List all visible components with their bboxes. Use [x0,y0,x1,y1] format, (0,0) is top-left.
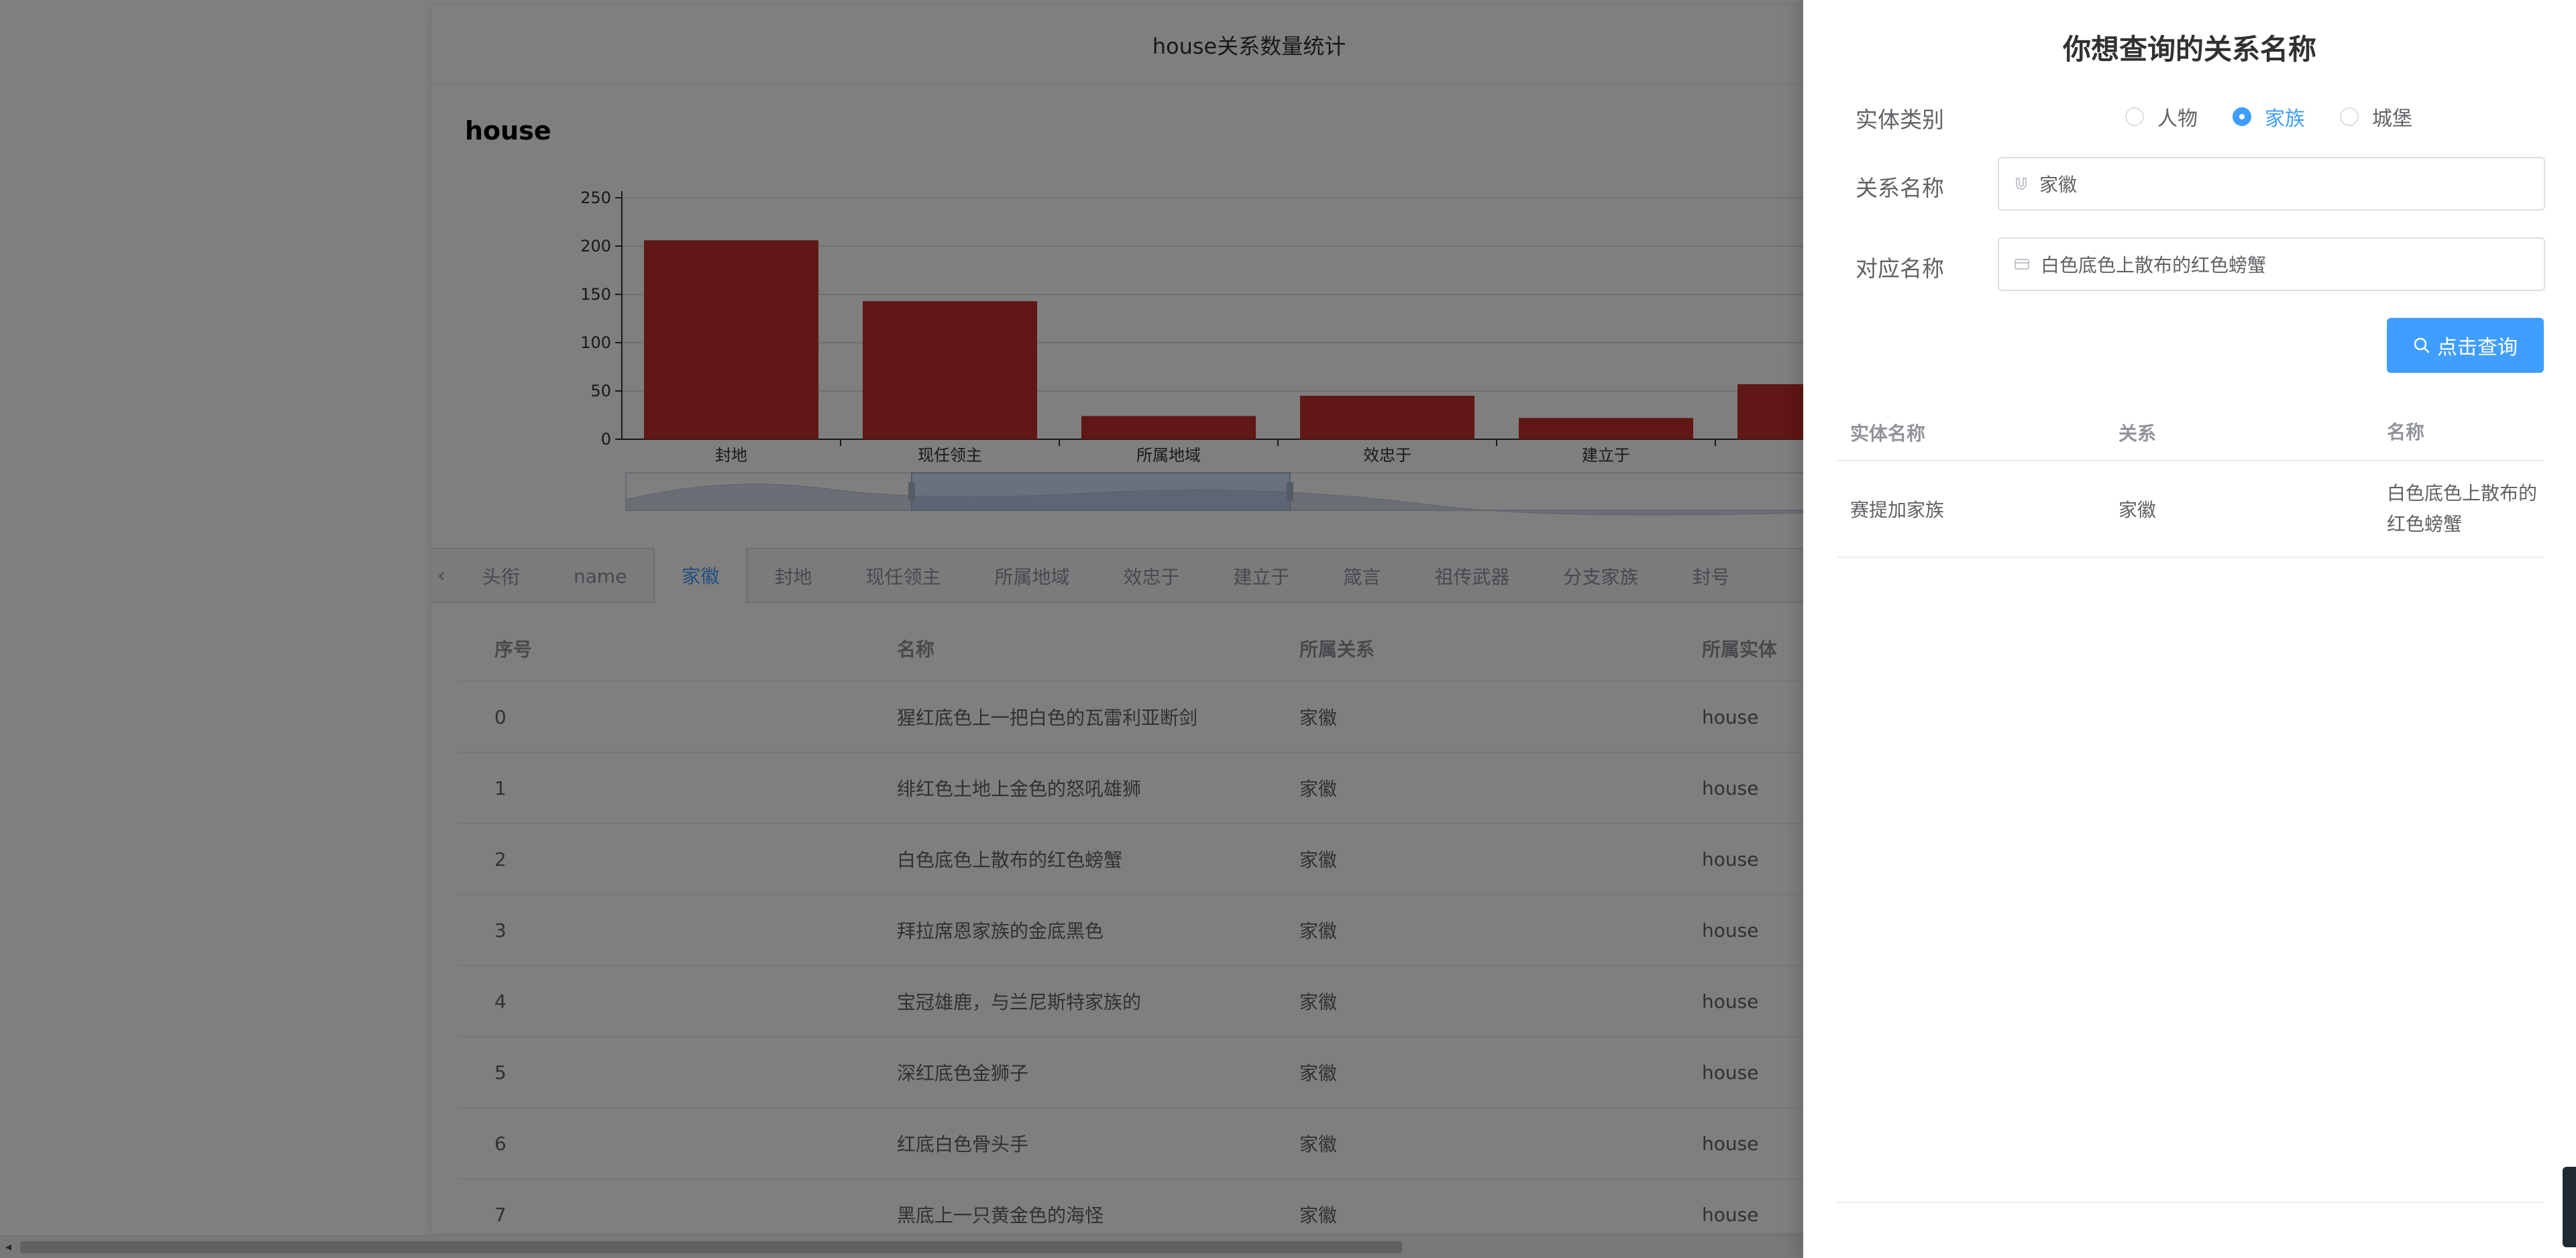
query-drawer: 你想查询的关系名称 实体类别 人物 家族 城堡 关系名称 家徽 对应名称 白色底… [1803,0,2576,1258]
floating-widget-handle[interactable] [2563,1167,2576,1247]
magnet-icon [2016,178,2027,190]
result-header-relation: 关系 [2118,422,2157,445]
result-entity: 赛提加家族 [1850,499,1945,521]
target-name-value: 白色底色上散布的红色螃蟹 [2041,254,2267,276]
card-icon [2015,259,2029,270]
app-root: house关系数量统计 house 050100150200250封地现任领主所… [0,0,2576,1258]
radio-house-circle[interactable] [2233,107,2251,126]
query-button[interactable]: 点击查询 [2387,318,2544,373]
relation-name-input[interactable]: 家徽 [1998,157,2545,211]
search-icon [2414,337,2430,353]
radio-house-label: 家族 [2265,107,2305,131]
relation-name-value: 家徽 [2039,174,2078,196]
entity-type-radio-group: 人物 家族 城堡 [2125,102,2412,131]
radio-person-circle[interactable] [2125,107,2144,126]
radio-house[interactable]: 家族 [2233,102,2305,131]
drawer-divider [1837,1202,2544,1203]
result-row: 赛提加家族 家徽 白色底色上散布的红色螃蟹 [1837,461,2544,558]
target-name-input[interactable]: 白色底色上散布的红色螃蟹 [1998,237,2545,291]
query-button-label: 点击查询 [2437,336,2518,359]
drawer-title: 你想查询的关系名称 [2062,33,2316,66]
radio-castle-label: 城堡 [2372,107,2412,131]
radio-castle-circle[interactable] [2340,107,2359,126]
result-header-entity: 实体名称 [1850,422,1926,445]
radio-castle[interactable]: 城堡 [2340,102,2412,131]
radio-person[interactable]: 人物 [2125,102,2198,131]
result-header-row: 实体名称 关系 名称 [1837,405,2544,461]
result-table: 实体名称 关系 名称 赛提加家族 家徽 白色底色上散布的红色螃蟹 [1837,405,2544,558]
result-name: 白色底色上散布的红色螃蟹 [2387,482,2538,535]
result-relation: 家徽 [2118,499,2157,521]
target-name-label: 对应名称 [1856,255,1944,282]
entity-type-label: 实体类别 [1856,107,1944,133]
relation-name-label: 关系名称 [1856,175,1944,201]
radio-person-label: 人物 [2157,107,2198,131]
result-header-name: 名称 [2387,421,2425,443]
